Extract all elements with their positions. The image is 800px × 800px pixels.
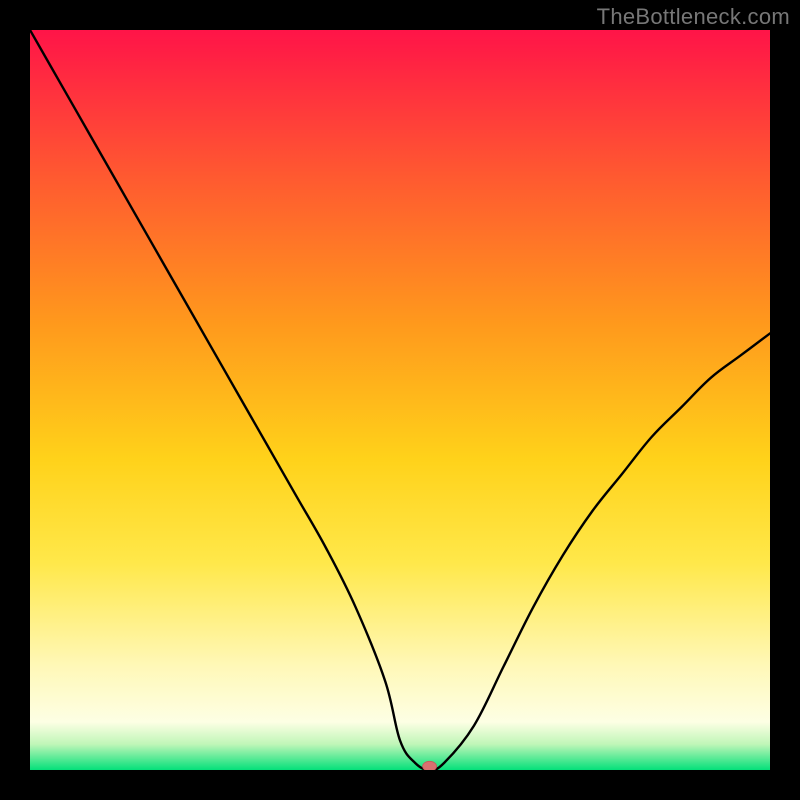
plot-area [30,30,770,770]
chart-frame: TheBottleneck.com [0,0,800,800]
chart-svg [30,30,770,770]
watermark-text: TheBottleneck.com [597,4,790,30]
gradient-rect [30,30,770,770]
optimum-marker [423,761,437,770]
